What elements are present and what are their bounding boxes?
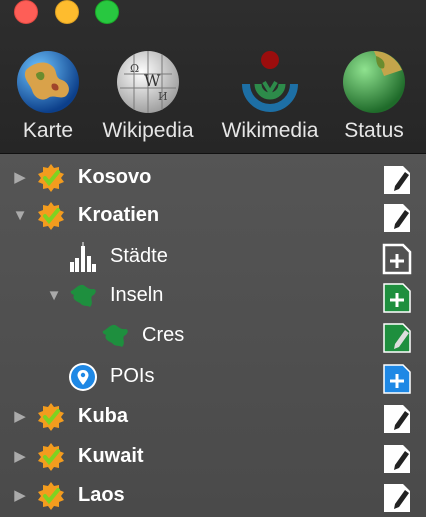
island-icon [70, 284, 96, 307]
disclosure-collapsed-icon[interactable]: ▶ [12, 449, 28, 465]
wikipedia-label: Wikipedia [102, 119, 194, 142]
disclosure-expanded-icon[interactable]: ▼ [12, 208, 28, 224]
row-label: Kroatien [78, 204, 160, 226]
disclosure-collapsed-icon[interactable]: ▶ [12, 488, 28, 504]
island-icon [102, 324, 128, 347]
edit-document-icon[interactable] [381, 482, 413, 514]
status-button[interactable]: Status [336, 48, 412, 148]
karte-label: Karte [22, 119, 74, 142]
row-label: Cres [142, 324, 185, 346]
wikipedia-button[interactable]: W Ω И Wikipedia [102, 48, 194, 148]
tree-row-kosovo[interactable]: ▶ Kosovo [0, 158, 426, 198]
edit-document-icon[interactable] [381, 164, 413, 196]
add-document-green-icon[interactable] [381, 282, 413, 314]
row-label: Kuwait [78, 445, 144, 467]
row-label: Kuba [78, 405, 128, 427]
add-document-icon[interactable] [381, 243, 413, 275]
row-label: Laos [78, 484, 125, 506]
verified-badge-icon [38, 164, 64, 192]
toolbar: Karte W Ω И Wikipedia Wikimedia Status [0, 0, 426, 154]
tree-row-laos[interactable]: ▶ Laos [0, 476, 426, 516]
tree-row-pois[interactable]: POIs [0, 357, 426, 397]
verified-badge-icon [38, 202, 64, 230]
karte-button[interactable]: Karte [10, 48, 86, 148]
minimize-window-button[interactable] [55, 0, 79, 24]
status-globe-icon [343, 51, 405, 113]
edit-document-icon[interactable] [381, 403, 413, 435]
close-window-button[interactable] [14, 0, 38, 24]
tree-row-kuba[interactable]: ▶ Kuba [0, 397, 426, 437]
row-label: Kosovo [78, 166, 152, 188]
map-pin-icon [69, 363, 97, 391]
tree-row-cres[interactable]: Cres [0, 316, 426, 356]
globe-map-icon [17, 51, 79, 113]
tree-row-kroatien[interactable]: ▼ Kroatien [0, 196, 426, 236]
verified-badge-icon [38, 482, 64, 510]
status-label: Status [344, 119, 404, 142]
verified-badge-icon [38, 443, 64, 471]
disclosure-collapsed-icon[interactable]: ▶ [12, 409, 28, 425]
tree-row-staedte[interactable]: Städte [0, 237, 426, 277]
row-label: Inseln [110, 284, 164, 306]
tree-row-kuwait[interactable]: ▶ Kuwait [0, 437, 426, 477]
wikimedia-button[interactable]: Wikimedia [222, 48, 318, 148]
wikipedia-globe-icon: W Ω И [117, 51, 179, 113]
wikimedia-label: Wikimedia [221, 119, 319, 142]
city-skyline-icon [70, 242, 96, 272]
tree-row-inseln[interactable]: ▼ Inseln [0, 276, 426, 316]
app-window: Karte W Ω И Wikipedia Wikimedia Status ▶… [0, 0, 426, 517]
disclosure-expanded-icon[interactable]: ▼ [46, 288, 62, 304]
add-document-blue-icon[interactable] [381, 363, 413, 395]
wikimedia-logo-icon [242, 51, 298, 112]
edit-document-icon[interactable] [381, 443, 413, 475]
svg-text:W: W [144, 71, 161, 90]
disclosure-collapsed-icon[interactable]: ▶ [12, 170, 28, 186]
verified-badge-icon [38, 403, 64, 431]
svg-text:И: И [158, 90, 168, 103]
row-label: Städte [110, 245, 168, 267]
svg-text:Ω: Ω [130, 62, 139, 75]
row-label: POIs [110, 365, 155, 387]
zoom-window-button[interactable] [95, 0, 119, 24]
edit-document-icon[interactable] [381, 202, 413, 234]
outline-list: ▶ Kosovo ▼ Kroatien Städte ▼ Inseln Cres… [0, 154, 426, 517]
edit-document-green-icon[interactable] [381, 322, 413, 354]
